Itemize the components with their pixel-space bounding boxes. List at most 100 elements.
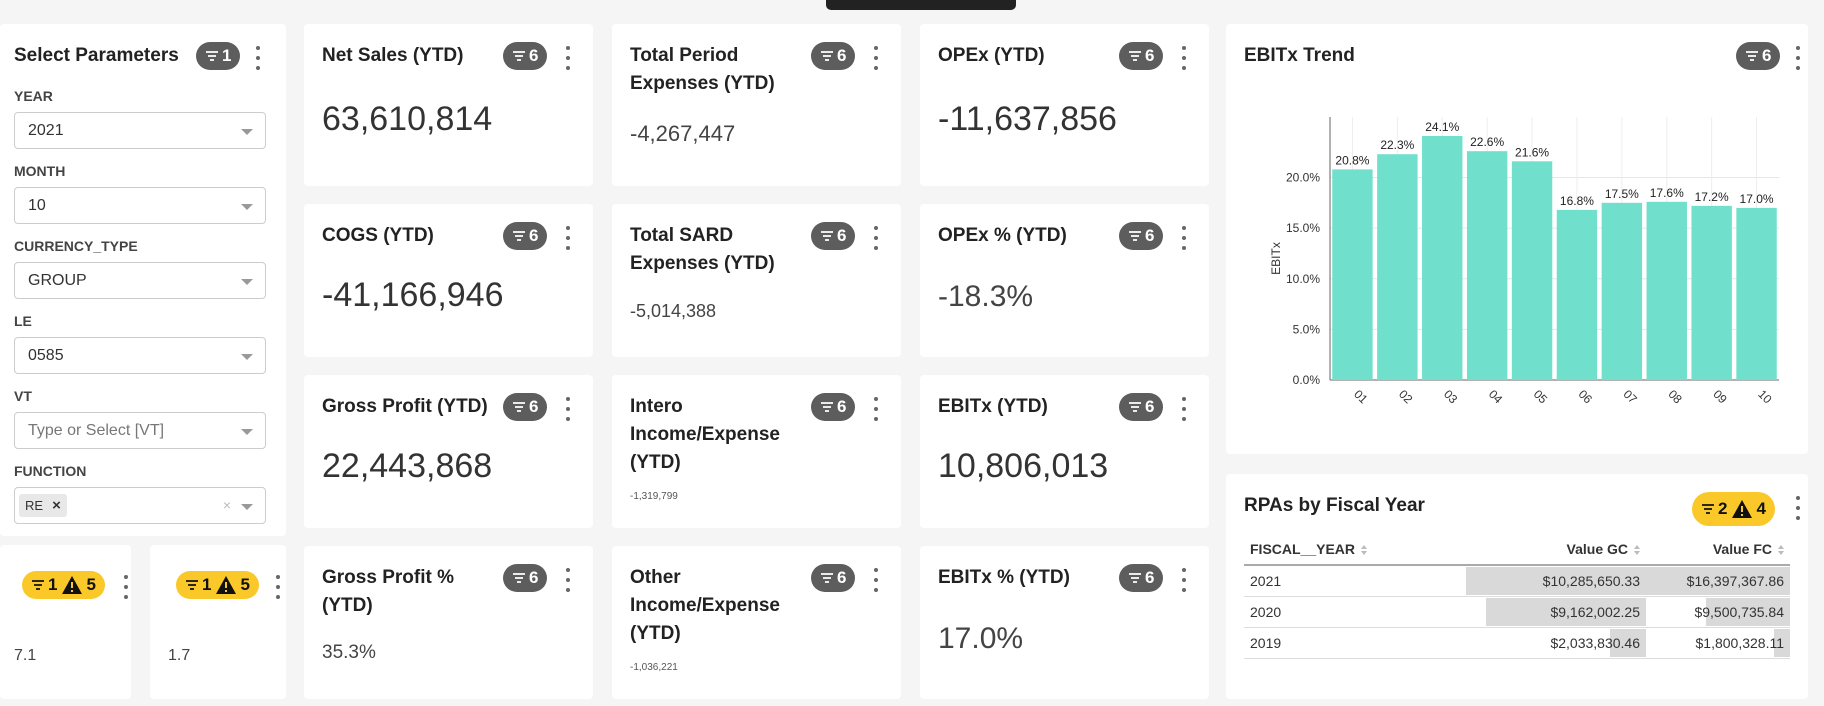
rpa-table: FISCAL__YEAR Value GC Value FC 2021 $10,2… [1244, 534, 1790, 659]
filter-badge[interactable]: 6 [1119, 42, 1164, 70]
bar-02 [1377, 154, 1418, 380]
table-row[interactable]: 2021 $10,285,650.33 $16,397,367.86 [1244, 565, 1790, 597]
more-menu-icon[interactable] [1794, 496, 1802, 520]
chevron-down-icon [241, 129, 253, 135]
chevron-down-icon [241, 279, 253, 285]
x-tick-label: 05 [1531, 387, 1551, 407]
column-header-fiscal-year[interactable]: FISCAL__YEAR [1244, 534, 1466, 566]
warning-count: 5 [240, 575, 250, 594]
cell-value-gc: $9,162,002.25 [1466, 596, 1646, 628]
x-tick-label: 08 [1665, 387, 1685, 407]
kpi-card-gross-profit-pct: Gross Profit % (YTD) 6 35.3% [304, 546, 593, 699]
bar-05 [1511, 161, 1553, 380]
filter-badge[interactable]: 6 [811, 393, 856, 421]
table-row[interactable]: 2019 $2,033,830.46 $1,800,328.11 [1244, 627, 1790, 659]
cell-text: 2020 [1250, 604, 1282, 620]
filter-badge[interactable]: 6 [811, 564, 856, 592]
more-menu-icon[interactable] [564, 226, 572, 250]
data-label: 17.2% [1695, 190, 1729, 204]
more-menu-icon[interactable] [122, 575, 130, 599]
x-tick-label: 03 [1441, 387, 1461, 407]
more-menu-icon[interactable] [564, 46, 572, 70]
kpi-value: 10,806,013 [938, 447, 1109, 485]
filter-badge[interactable]: 6 [1119, 222, 1164, 250]
currency-select[interactable]: GROUP [14, 262, 266, 299]
param-label-vt: VT [14, 388, 32, 404]
data-label: 21.6% [1515, 145, 1549, 159]
column-header-value-fc[interactable]: Value FC [1646, 534, 1790, 566]
more-menu-icon[interactable] [872, 397, 880, 421]
kpi-card-cogs: COGS (YTD) 6 -41,166,946 [304, 204, 593, 357]
more-menu-icon[interactable] [872, 226, 880, 250]
column-header-value-gc[interactable]: Value GC [1466, 534, 1646, 566]
function-select[interactable]: RE × × [14, 487, 266, 524]
filter-icon [513, 402, 525, 412]
parameters-card: Select Parameters 1 YEAR 2021 MONTH 10 C… [0, 24, 286, 536]
warning-icon [1732, 500, 1753, 518]
filter-count: 6 [529, 397, 539, 416]
filter-badge[interactable]: 6 [503, 393, 548, 421]
filter-count: 6 [529, 568, 539, 587]
x-tick-label: 10 [1755, 387, 1775, 407]
filter-count: 2 [1718, 499, 1728, 518]
filter-icon [1129, 402, 1141, 412]
filter-warning-badge[interactable]: 1 5 [22, 571, 105, 599]
filter-badge[interactable]: 6 [1119, 564, 1164, 592]
cell-value-fc: $1,800,328.11 [1646, 627, 1790, 659]
table-row[interactable]: 2020 $9,162,002.25 $9,500,735.84 [1244, 596, 1790, 628]
sort-icon[interactable] [1778, 545, 1784, 556]
top-tooltip [826, 0, 1016, 10]
more-menu-icon[interactable] [1180, 397, 1188, 421]
filter-icon [821, 231, 833, 241]
warning-icon [62, 576, 83, 594]
filter-badge[interactable]: 6 [503, 42, 548, 70]
filter-badge[interactable]: 6 [811, 222, 856, 250]
ebitx-trend-card: EBITx Trend 6 0.0% 5.0% 10.0% 15.0% 20.0% EBI… [1226, 24, 1808, 454]
year-select[interactable]: 2021 [14, 112, 266, 149]
clear-icon[interactable]: × [223, 497, 231, 513]
filter-badge[interactable]: 6 [811, 42, 856, 70]
kpi-title: EBITx (YTD) [938, 396, 1048, 417]
param-label-le: LE [14, 313, 32, 329]
mini-card-2: 1 5 1.7 [150, 545, 286, 699]
remove-tag-icon[interactable]: × [52, 497, 61, 514]
more-menu-icon[interactable] [872, 46, 880, 70]
more-menu-icon[interactable] [564, 568, 572, 592]
param-label-month: MONTH [14, 163, 66, 179]
bar-06 [1556, 209, 1598, 380]
month-select[interactable]: 10 [14, 187, 266, 224]
kpi-title: Total Period Expenses (YTD) [630, 45, 775, 94]
vt-select[interactable]: Type or Select [VT] [14, 412, 266, 449]
filter-badge[interactable]: 1 [196, 42, 241, 70]
filter-badge[interactable]: 6 [503, 222, 548, 250]
sort-icon[interactable] [1361, 545, 1368, 556]
more-menu-icon[interactable] [1180, 568, 1188, 592]
le-value: 0585 [28, 346, 64, 364]
bar-07 [1601, 202, 1643, 380]
param-label-function: FUNCTION [14, 463, 87, 479]
filter-icon [513, 51, 525, 61]
x-tick-label: 02 [1396, 387, 1416, 407]
filter-warning-badge[interactable]: 2 4 [1692, 492, 1775, 526]
filter-badge[interactable]: 6 [503, 564, 548, 592]
kpi-value: 35.3% [322, 642, 376, 663]
filter-badge[interactable]: 6 [1119, 393, 1164, 421]
data-label: 17.5% [1605, 187, 1639, 201]
more-menu-icon[interactable] [1180, 226, 1188, 250]
cell-text: 2021 [1250, 573, 1282, 589]
sort-icon[interactable] [1634, 545, 1640, 556]
x-tick-label: 06 [1576, 387, 1596, 407]
more-menu-icon[interactable] [872, 568, 880, 592]
more-menu-icon[interactable] [564, 397, 572, 421]
table-header-row: FISCAL__YEAR Value GC Value FC [1244, 534, 1790, 566]
cell-fiscal-year: 2019 [1244, 627, 1466, 659]
filter-warning-badge[interactable]: 1 5 [176, 571, 259, 599]
kpi-value: -5,014,388 [630, 301, 717, 321]
kpi-card-opex-pct: OPEx % (YTD) 6 -18.3% [920, 204, 1209, 357]
le-select[interactable]: 0585 [14, 337, 266, 374]
column-label: Value GC [1566, 541, 1628, 557]
mini-card-value: 7.1 [14, 647, 37, 664]
more-menu-icon[interactable] [1180, 46, 1188, 70]
more-menu-icon[interactable] [274, 575, 282, 599]
more-menu-icon[interactable] [254, 46, 262, 70]
